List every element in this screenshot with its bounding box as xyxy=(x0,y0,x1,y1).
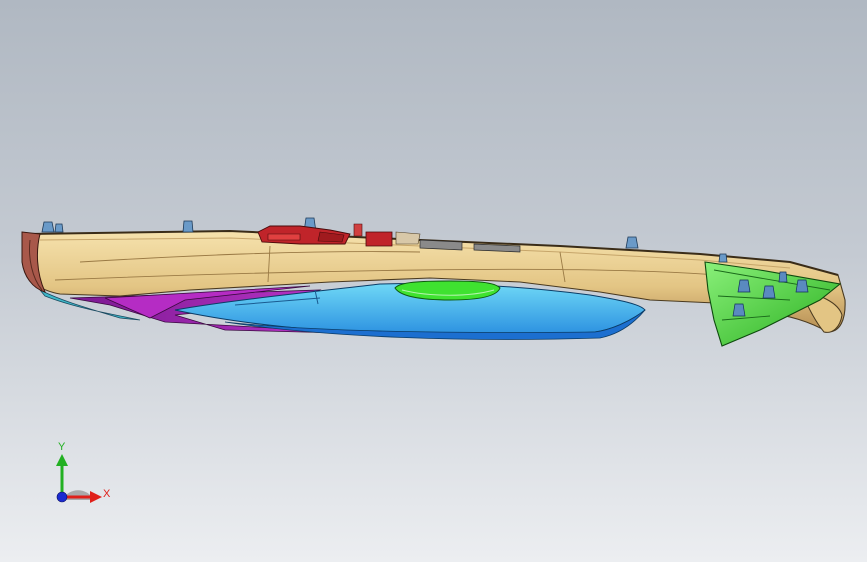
triad-x-label: X xyxy=(103,488,111,500)
fitting-forward xyxy=(625,236,639,249)
graphics-viewport[interactable]: Y X xyxy=(0,0,867,562)
fitting-bow xyxy=(718,253,728,263)
triad-y-label: Y xyxy=(58,441,66,453)
fitting-stern-2 xyxy=(54,223,64,233)
red-equipment-cluster[interactable] xyxy=(257,223,421,247)
boat-hull-model[interactable] xyxy=(0,0,867,562)
coordinate-triad xyxy=(56,454,102,503)
fitting-aft xyxy=(182,220,194,233)
fitting-stern xyxy=(41,221,55,233)
triad-z-axis xyxy=(56,491,68,503)
